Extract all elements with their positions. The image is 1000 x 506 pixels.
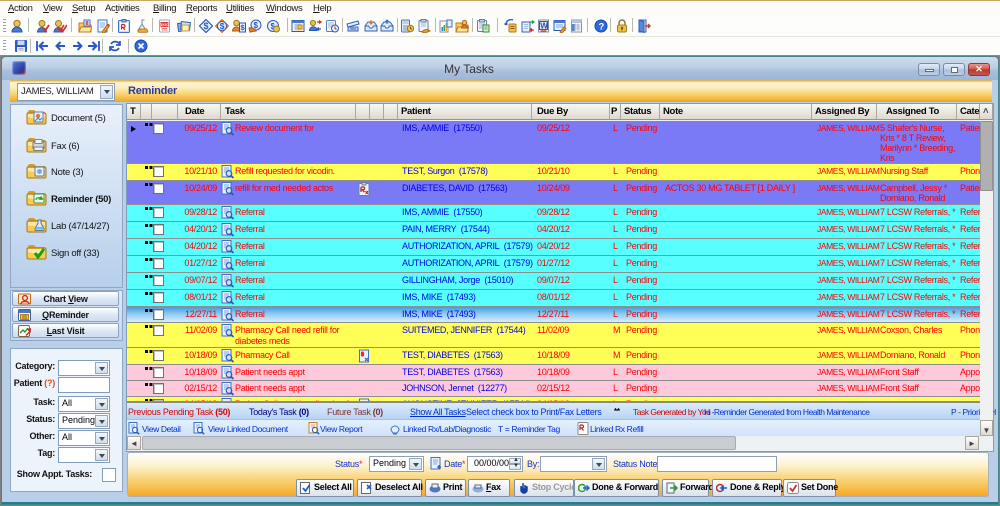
svg-text:DOC: DOC <box>161 23 169 27</box>
svg-text:$: $ <box>220 21 225 31</box>
svg-text:$: $ <box>204 21 209 31</box>
svg-text:?: ? <box>599 22 605 33</box>
svg-text:W: W <box>540 22 548 31</box>
